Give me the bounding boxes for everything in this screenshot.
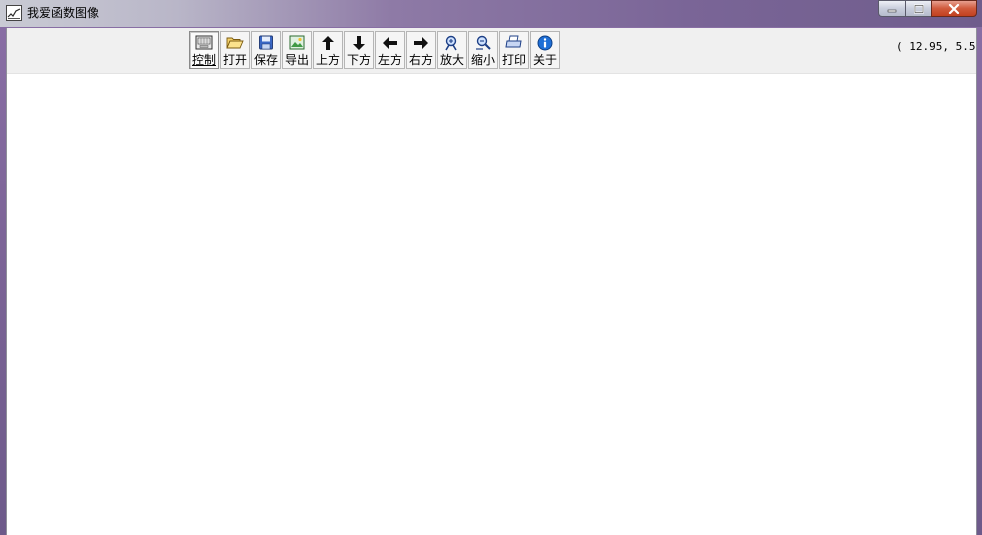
left-label: 左方 — [377, 53, 402, 67]
zoom-in-label: 放大 — [439, 53, 464, 67]
save-label: 保存 — [253, 53, 278, 67]
printer-icon — [505, 34, 523, 51]
arrow-right-icon — [412, 34, 430, 51]
title-bar[interactable]: 我爱函数图像 — [0, 0, 982, 27]
toolbar: 控制 打开 保存 导出 上方 下方 左方 右方 放大 缩小 打印 关于 (12… — [7, 28, 976, 74]
zoom-in-icon — [443, 34, 461, 51]
maximize-button[interactable] — [905, 0, 931, 17]
plot-canvas[interactable] — [7, 74, 976, 535]
save-button[interactable]: 保存 — [251, 31, 281, 69]
right-button[interactable]: 右方 — [406, 31, 436, 69]
print-label: 打印 — [501, 53, 526, 67]
window-title: 我爱函数图像 — [27, 6, 100, 20]
zoom-out-icon — [474, 34, 492, 51]
left-button[interactable]: 左方 — [375, 31, 405, 69]
up-label: 上方 — [315, 53, 340, 67]
minimize-button[interactable] — [878, 0, 905, 17]
down-label: 下方 — [346, 53, 371, 67]
open-label: 打开 — [222, 53, 247, 67]
control-button[interactable]: 控制 — [189, 31, 219, 69]
right-label: 右方 — [408, 53, 433, 67]
export-label: 导出 — [284, 53, 309, 67]
down-button[interactable]: 下方 — [344, 31, 374, 69]
about-label: 关于 — [532, 53, 557, 67]
up-button[interactable]: 上方 — [313, 31, 343, 69]
arrow-up-icon — [319, 34, 337, 51]
close-button[interactable] — [931, 0, 977, 17]
zoom-out-button[interactable]: 缩小 — [468, 31, 498, 69]
print-button[interactable]: 打印 — [499, 31, 529, 69]
info-icon — [536, 34, 554, 51]
folder-open-icon — [226, 34, 244, 51]
arrow-left-icon — [381, 34, 399, 51]
window-controls — [878, 0, 977, 19]
zoom-in-button[interactable]: 放大 — [437, 31, 467, 69]
open-button[interactable]: 打开 — [220, 31, 250, 69]
zoom-out-label: 缩小 — [470, 53, 495, 67]
export-image-icon — [288, 34, 306, 51]
floppy-disk-icon — [257, 34, 275, 51]
toolbar-buttons: 控制 打开 保存 导出 上方 下方 左方 右方 放大 缩小 打印 关于 — [189, 31, 561, 69]
main-window: 控制 打开 保存 导出 上方 下方 左方 右方 放大 缩小 打印 关于 (12… — [6, 28, 977, 535]
chart-icon[interactable] — [6, 5, 22, 21]
close-icon — [948, 3, 960, 14]
keyboard-icon — [195, 34, 213, 51]
restore-icon — [913, 4, 924, 13]
minimize-icon — [887, 9, 897, 12]
arrow-down-icon — [350, 34, 368, 51]
control-label: 控制 — [191, 53, 216, 67]
export-button[interactable]: 导出 — [282, 31, 312, 69]
about-button[interactable]: 关于 — [530, 31, 560, 69]
coordinate-readout: ( 12.95, 5.57 — [896, 40, 976, 53]
